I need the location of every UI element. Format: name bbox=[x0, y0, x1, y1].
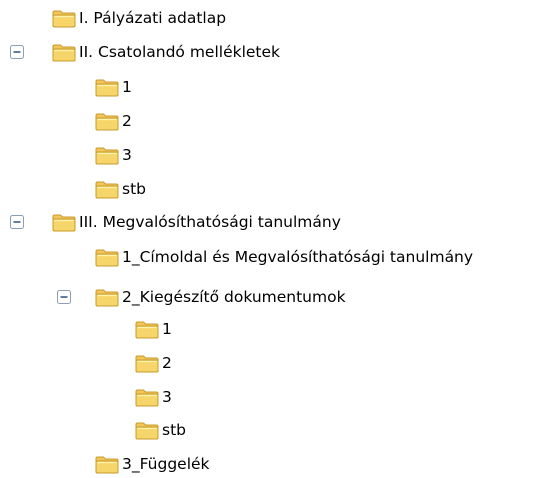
folder-icon bbox=[95, 287, 119, 307]
tree-item-label: III. Megvalósíthatósági tanulmány bbox=[79, 213, 341, 231]
tree-item-1[interactable]: 1 bbox=[95, 73, 132, 101]
folder-icon bbox=[52, 8, 76, 28]
folder-icon bbox=[135, 387, 159, 407]
folder-tree: I. Pályázati adatlap II. Csatolandó mell… bbox=[0, 0, 553, 478]
tree-item-fuggelek[interactable]: 3_Függelék bbox=[95, 450, 210, 478]
folder-icon bbox=[95, 247, 119, 267]
tree-item-stb[interactable]: stb bbox=[135, 416, 186, 444]
tree-item-label: 2 bbox=[122, 112, 132, 130]
folder-icon bbox=[52, 42, 76, 62]
tree-item-label: I. Pályázati adatlap bbox=[79, 9, 227, 27]
tree-item-label: 3 bbox=[122, 146, 132, 164]
tree-item-label: 3_Függelék bbox=[122, 455, 210, 473]
tree-item-csatolando-mellekletek[interactable]: II. Csatolandó mellékletek bbox=[52, 38, 280, 66]
folder-icon bbox=[95, 454, 119, 474]
folder-icon bbox=[135, 319, 159, 339]
tree-item-label: stb bbox=[122, 180, 146, 198]
folder-icon bbox=[95, 179, 119, 199]
folder-icon bbox=[95, 111, 119, 131]
collapse-minus-icon[interactable] bbox=[10, 44, 24, 59]
collapse-minus-icon[interactable] bbox=[57, 289, 71, 304]
tree-item-label: 2_Kiegészítő dokumentumok bbox=[122, 288, 346, 306]
tree-item-label: 1_Címoldal és Megvalósíthatósági tanulmá… bbox=[122, 248, 474, 266]
tree-item-1[interactable]: 1 bbox=[135, 315, 172, 343]
folder-icon bbox=[95, 145, 119, 165]
tree-item-label: stb bbox=[162, 421, 186, 439]
tree-item-label: 1 bbox=[162, 320, 172, 338]
tree-item-label: 2 bbox=[162, 354, 172, 372]
folder-icon bbox=[52, 212, 76, 232]
collapse-minus-icon[interactable] bbox=[10, 214, 24, 229]
tree-item-label: 3 bbox=[162, 388, 172, 406]
tree-item-cimoldal[interactable]: 1_Címoldal és Megvalósíthatósági tanulmá… bbox=[95, 243, 473, 271]
tree-item-stb[interactable]: stb bbox=[95, 175, 146, 203]
folder-icon bbox=[95, 77, 119, 97]
tree-item-label: II. Csatolandó mellékletek bbox=[79, 43, 281, 61]
tree-item-label: 1 bbox=[122, 78, 132, 96]
tree-item-3[interactable]: 3 bbox=[95, 141, 132, 169]
tree-item-kiegeszito-dokumentumok[interactable]: 2_Kiegészítő dokumentumok bbox=[95, 283, 346, 311]
tree-item-2[interactable]: 2 bbox=[135, 349, 172, 377]
folder-icon bbox=[135, 420, 159, 440]
tree-item-2[interactable]: 2 bbox=[95, 107, 132, 135]
folder-icon bbox=[135, 353, 159, 373]
tree-item-palyazati-adatlap[interactable]: I. Pályázati adatlap bbox=[52, 4, 226, 32]
tree-item-megvalosithatosagi-tanulmany[interactable]: III. Megvalósíthatósági tanulmány bbox=[52, 208, 341, 236]
tree-item-3[interactable]: 3 bbox=[135, 383, 172, 411]
